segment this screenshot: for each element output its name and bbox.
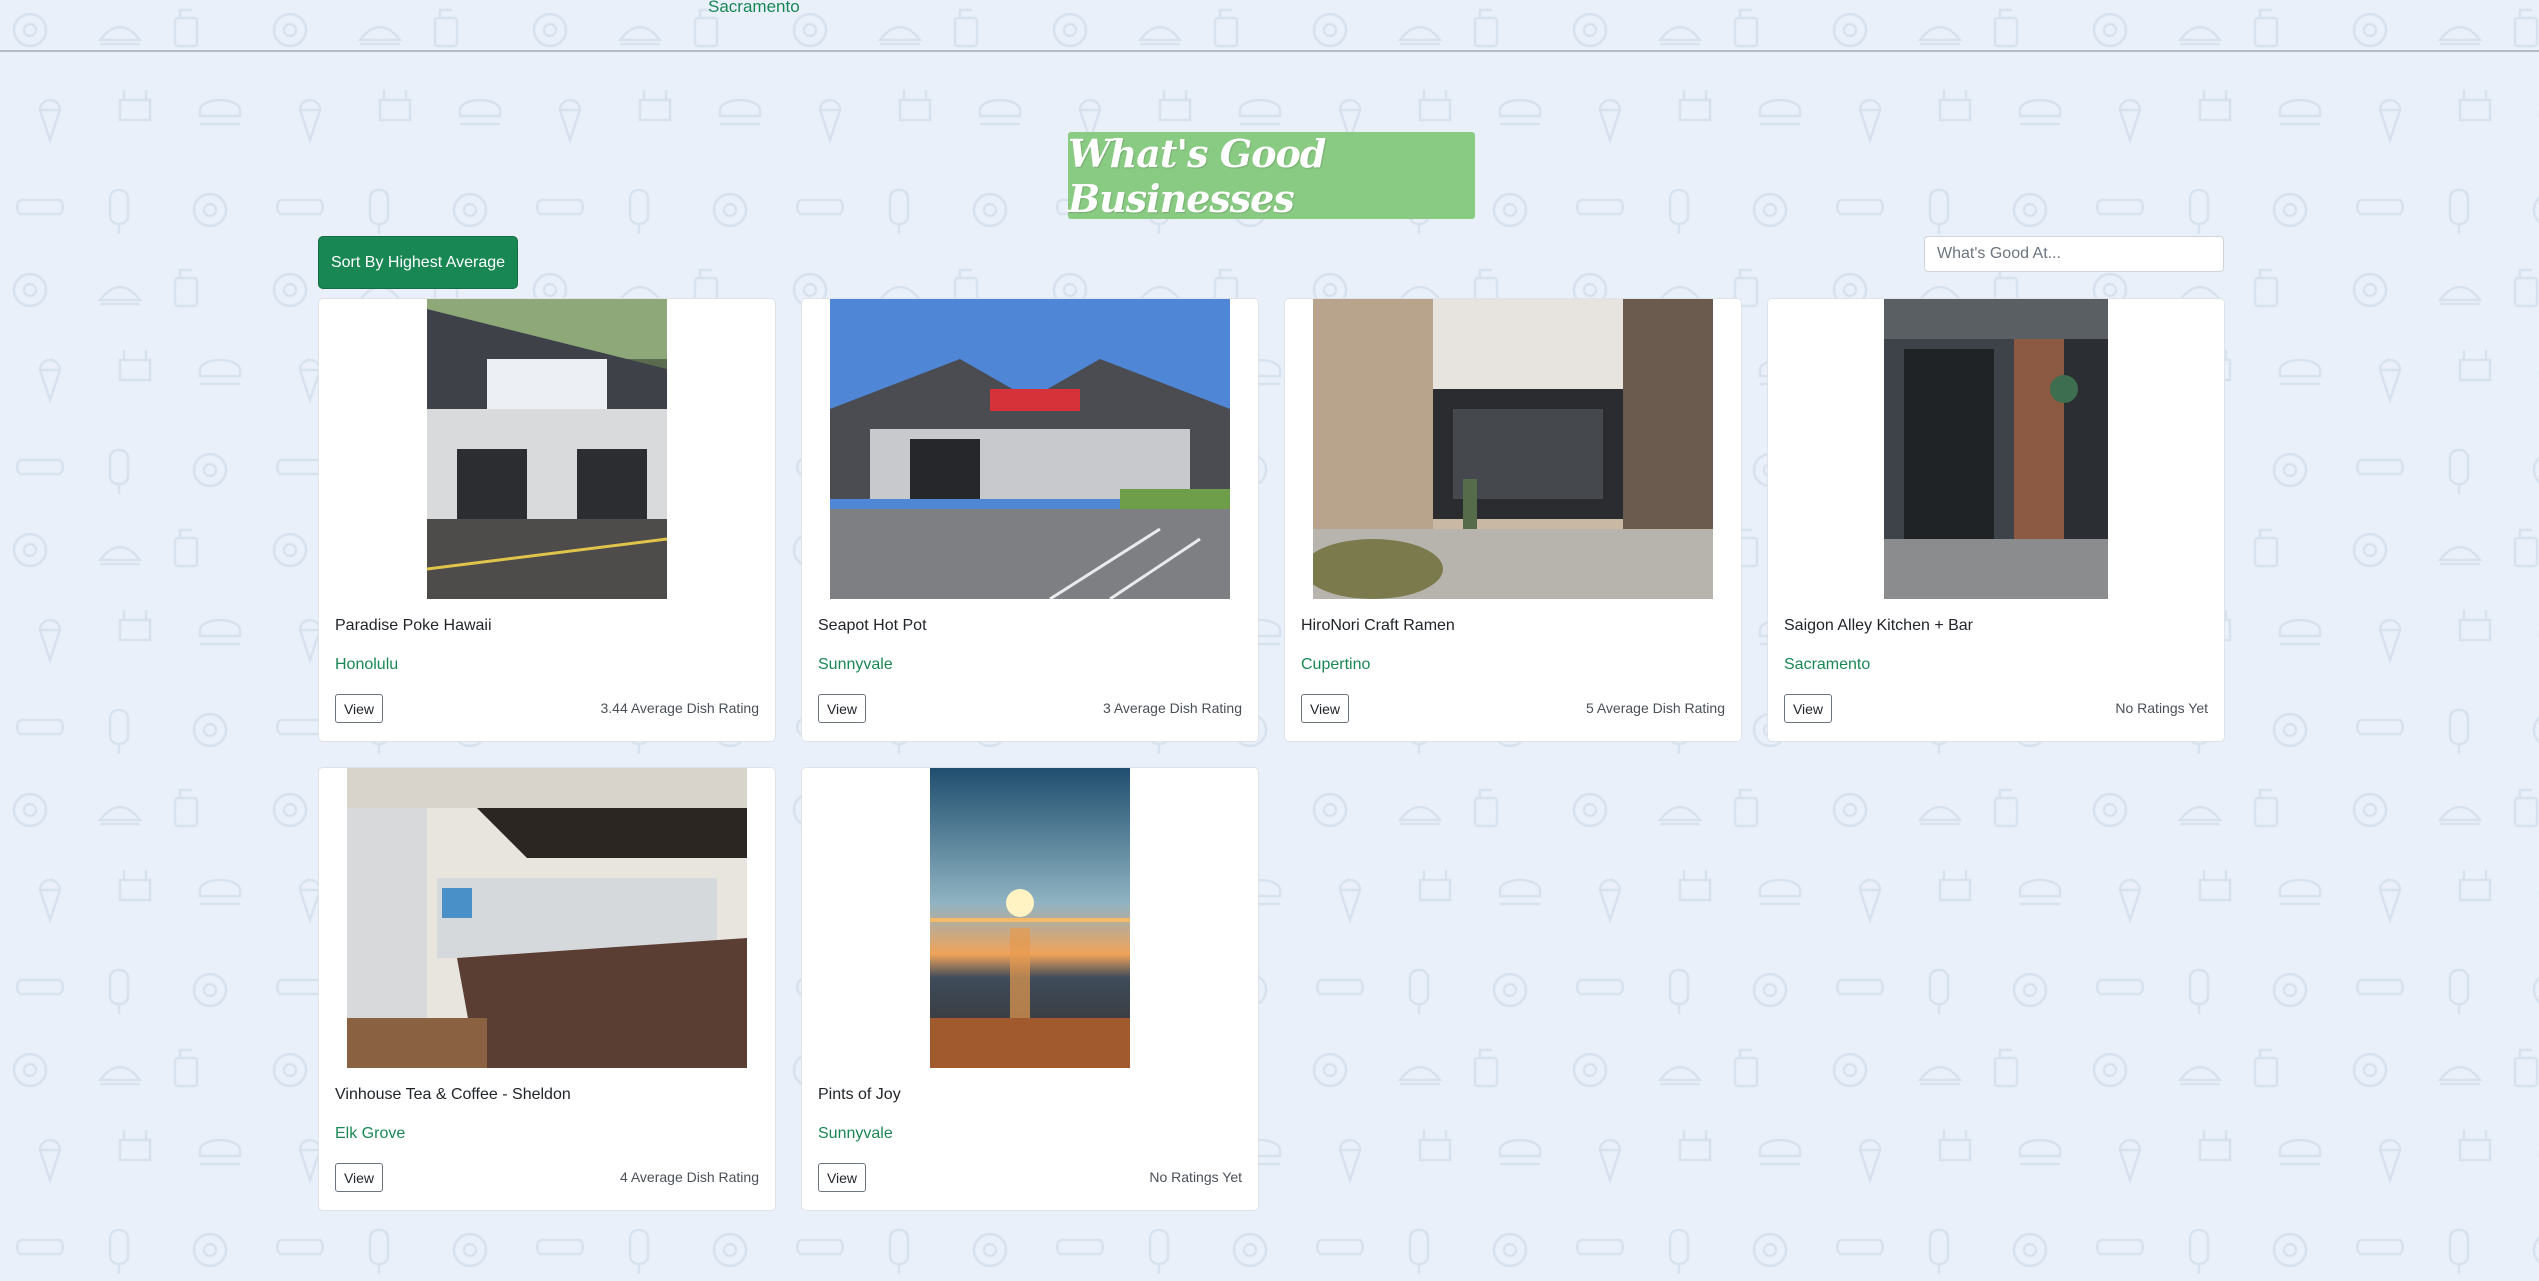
business-photo (830, 299, 1230, 599)
rating-text: 3.44 Average Dish Rating (600, 700, 759, 716)
rating-text: 5 Average Dish Rating (1585, 700, 1725, 716)
rating-text: No Ratings Yet (2115, 700, 2208, 716)
navbar-city-link[interactable]: Sacramento (708, 0, 800, 17)
business-name: HiroNori Craft Ramen (1301, 617, 1455, 634)
business-card: Paradise Poke Hawaii Honolulu View 3.44 … (318, 298, 776, 742)
business-name: Saigon Alley Kitchen + Bar (1784, 617, 1974, 634)
business-photo (1884, 299, 2108, 599)
business-city: Cupertino (1301, 656, 1371, 673)
rating-text: No Ratings Yet (1149, 1169, 1242, 1185)
business-card: Seapot Hot Pot Sunnyvale View 3 Average … (801, 298, 1259, 742)
top-navbar: Sacramento (0, 0, 2539, 52)
sort-by-average-button[interactable]: Sort By Highest Average (318, 236, 518, 289)
view-button[interactable]: View (818, 1163, 866, 1192)
business-name: Paradise Poke Hawaii (335, 617, 492, 634)
page-title: What's Good Businesses (1068, 130, 1326, 221)
business-photo (427, 299, 667, 599)
business-name: Seapot Hot Pot (818, 617, 927, 634)
search-input[interactable] (1924, 236, 2224, 272)
business-city: Sacramento (1784, 656, 1871, 673)
business-name: Pints of Joy (818, 1086, 901, 1103)
view-button[interactable]: View (1301, 694, 1349, 723)
business-photo (930, 768, 1130, 1068)
business-city: Sunnyvale (818, 656, 893, 673)
business-photo (347, 768, 747, 1068)
view-button[interactable]: View (335, 694, 383, 723)
rating-text: 4 Average Dish Rating (619, 1169, 759, 1185)
business-card: HiroNori Craft Ramen Cupertino View 5 Av… (1284, 298, 1742, 742)
page-title-banner: What's Good Businesses (1068, 130, 1475, 221)
business-photo (1313, 299, 1713, 599)
view-button[interactable]: View (335, 1163, 383, 1192)
rating-text: 3 Average Dish Rating (1102, 700, 1242, 716)
business-city: Honolulu (335, 656, 399, 673)
view-button[interactable]: View (818, 694, 866, 723)
view-button[interactable]: View (1784, 694, 1832, 723)
business-name: Vinhouse Tea & Coffee - Sheldon (335, 1086, 571, 1103)
business-city: Sunnyvale (818, 1125, 893, 1142)
business-card: Pints of Joy Sunnyvale View No Ratings Y… (801, 767, 1259, 1211)
business-card: Saigon Alley Kitchen + Bar Sacramento Vi… (1767, 298, 2225, 742)
business-city: Elk Grove (335, 1125, 406, 1142)
business-card: Vinhouse Tea & Coffee - Sheldon Elk Grov… (318, 767, 776, 1211)
